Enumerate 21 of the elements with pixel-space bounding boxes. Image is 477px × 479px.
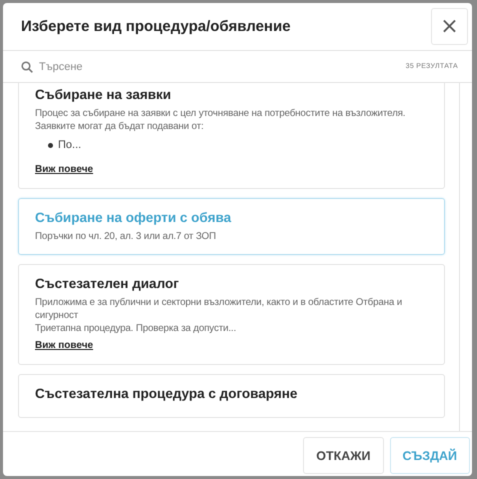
procedure-description: Процес за събиране на заявки с цел уточняване на потребностите на възложителя. xyxy=(35,107,406,120)
search-icon xyxy=(21,60,33,72)
procedure-description: Приложима е за публични и секторни възложители, както и в областите Отбрана и сигурност xyxy=(35,296,404,322)
cancel-button[interactable]: ОТКАЖИ xyxy=(303,437,384,474)
procedure-title: Събиране на оферти с обява xyxy=(35,210,232,225)
dialog-title: Изберете вид процедура/обявление xyxy=(21,18,291,35)
procedure-title: Състезателен диалог xyxy=(35,276,180,291)
procedure-card[interactable]: Състезателна процедура с договаряне xyxy=(18,374,445,418)
see-more-link[interactable]: Виж повече xyxy=(35,164,94,175)
see-more-link[interactable]: Виж повече xyxy=(35,340,94,351)
procedure-description: Заявките могат да бъдат подавани от: xyxy=(35,120,205,133)
procedure-title: Състезателна процедура с договаряне xyxy=(35,386,298,401)
procedure-card[interactable]: Състезателен диалог Приложима е за публични и секторни възложители, както и в областите Отбрана и сигурност Триетапна процедура. Проверка за допусти... Виж повече xyxy=(18,264,445,365)
bullet-text: По... xyxy=(58,138,82,153)
procedure-description: Поръчки по чл. 20, ал. 3 или ал.7 от ЗОП xyxy=(35,230,217,243)
bullet-icon xyxy=(48,142,53,148)
procedure-card[interactable]: Събиране на заявки Процес за събиране на заявки с цел уточняване на потребностите на възложителя. Заявките могат да бъдат подавани от: По... Виж повече xyxy=(18,83,445,189)
procedure-title: Събиране на заявки xyxy=(35,87,172,102)
procedure-description: Триетапна процедура. Проверка за допусти... xyxy=(35,322,238,335)
procedure-card[interactable]: Събиране на оферти с обява Поръчки по чл. 20, ал. 3 или ал.7 от ЗОП xyxy=(18,198,445,255)
close-button[interactable]: × xyxy=(431,8,468,45)
